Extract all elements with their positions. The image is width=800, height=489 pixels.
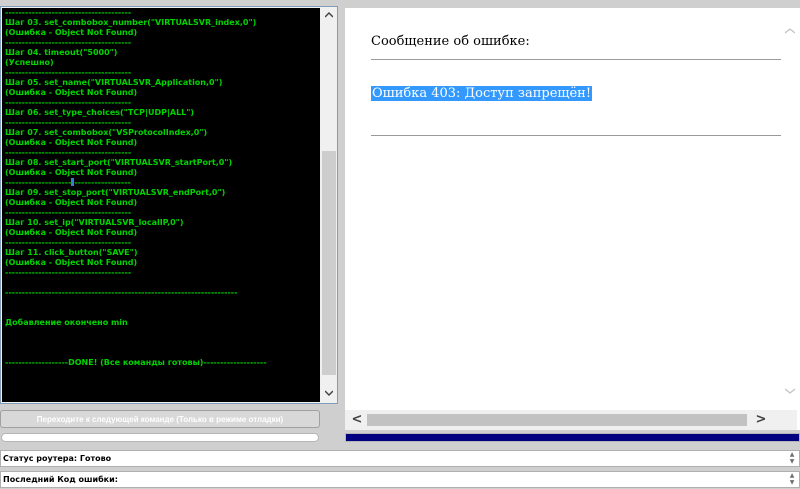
log-separator: -------------------------------------- [5,238,132,247]
log-blank-line [5,348,320,358]
log-blank-line [5,298,320,308]
app-window: -------------------------------------- Ша… [0,0,800,489]
last-error-code-field[interactable]: Последний Код ошибки: ▲ ▼ [0,471,800,488]
spin-icon[interactable]: ▲ ▼ [785,451,799,466]
log-line: Шаг 07. set_combobox("VSProtocolIndex,0"… [5,128,208,137]
router-status-label: Статус роутера: Готово [3,454,112,463]
message-horizontal-scrollbar[interactable]: < > [345,410,797,430]
log-blank-line [5,278,320,288]
error-text[interactable]: Ошибка 403: Доступ запрещён! [371,86,593,101]
log-scroll-thumb[interactable] [322,151,336,375]
log-line: Шаг 10. set_ip("VIRTUALSVR_localIP,0") [5,218,184,227]
message-content: Сообщение об ошибке: Ошибка 403: Доступ … [371,28,781,136]
chevron-down-icon[interactable] [782,384,798,400]
message-title: Сообщение об ошибке: [371,34,530,49]
scroll-right-icon[interactable]: > [753,412,769,428]
log-line: (Ошибка - Object Not Found) [5,258,138,267]
log-line: (Ошибка - Object Not Found) [5,138,138,147]
log-separator: -------------------------------------- [5,208,132,217]
log-blank-line [5,308,320,318]
log-separator: -------------------------------------- [5,68,132,77]
command-log[interactable]: -------------------------------------- Ша… [2,8,320,402]
log-separator: -------------------------------------- [5,38,132,47]
log-separator: -------------------------------------- [5,268,132,277]
log-line: Шаг 11. click_button("SAVE") [5,248,138,257]
chevron-up-icon[interactable] [782,24,798,40]
log-panel: -------------------------------------- Ша… [0,6,338,404]
log-separator: ----------------------------------------… [5,288,238,297]
log-separator: -------------------------------------- [5,148,132,157]
log-separator: -------------------------------------- [5,8,132,17]
log-line: Шаг 08. set_start_port("VIRTUALSVR_start… [5,158,233,167]
log-line: Шаг 09. set_stop_port("VIRTUALSVR_endPor… [5,188,226,197]
scroll-left-icon[interactable]: < [349,412,365,428]
horizontal-scroll-thumb[interactable] [367,414,747,426]
log-line: Шаг 05. set_name("VIRTUALSVR_Application… [5,78,223,87]
log-line: (Ошибка - Object Not Found) [5,228,138,237]
divider [371,59,781,60]
next-command-button[interactable]: Переходите к следующей команде (Только в… [0,410,320,428]
log-line: Шаг 03. set_combobox_number("VIRTUALSVR_… [5,18,257,27]
message-vertical-scrollbar[interactable] [782,8,798,408]
log-line: (Ошибка - Object Not Found) [5,198,138,207]
log-separator: -------------------------------------- [5,98,132,107]
log-line: (Ошибка - Object Not Found) [5,28,138,37]
log-line: Добавление окончено min [5,318,128,327]
log-line: Шаг 04. timeout("5000") [5,48,118,57]
log-line: Шаг 06. set_type_choices("TCP|UDP|ALL") [5,108,195,117]
log-line: (Ошибка - Object Not Found) [5,88,138,97]
log-separator: -------------------- ----------------- [5,178,131,187]
scroll-up-icon[interactable] [321,8,337,24]
error-message-panel: Сообщение об ошибке: Ошибка 403: Доступ … [345,6,800,430]
left-progress-bar [1,433,319,442]
log-blank-line [5,328,320,338]
log-vertical-scrollbar[interactable] [321,8,337,402]
log-line: (Ошибка - Object Not Found) [5,168,138,177]
router-status-field[interactable]: Статус роутера: Готово ▲ ▼ [0,450,800,467]
log-line: -------------------DONE! (Все команды го… [5,358,267,367]
last-error-label: Последний Код ошибки: [3,475,118,484]
scroll-down-icon[interactable] [321,386,337,402]
log-line: (Успешно) [5,58,54,67]
log-separator: -------------------------------------- [5,118,132,127]
divider [371,135,781,136]
right-progress-bar [345,433,800,442]
log-blank-line [5,338,320,348]
spin-icon[interactable]: ▲ ▼ [785,472,799,487]
